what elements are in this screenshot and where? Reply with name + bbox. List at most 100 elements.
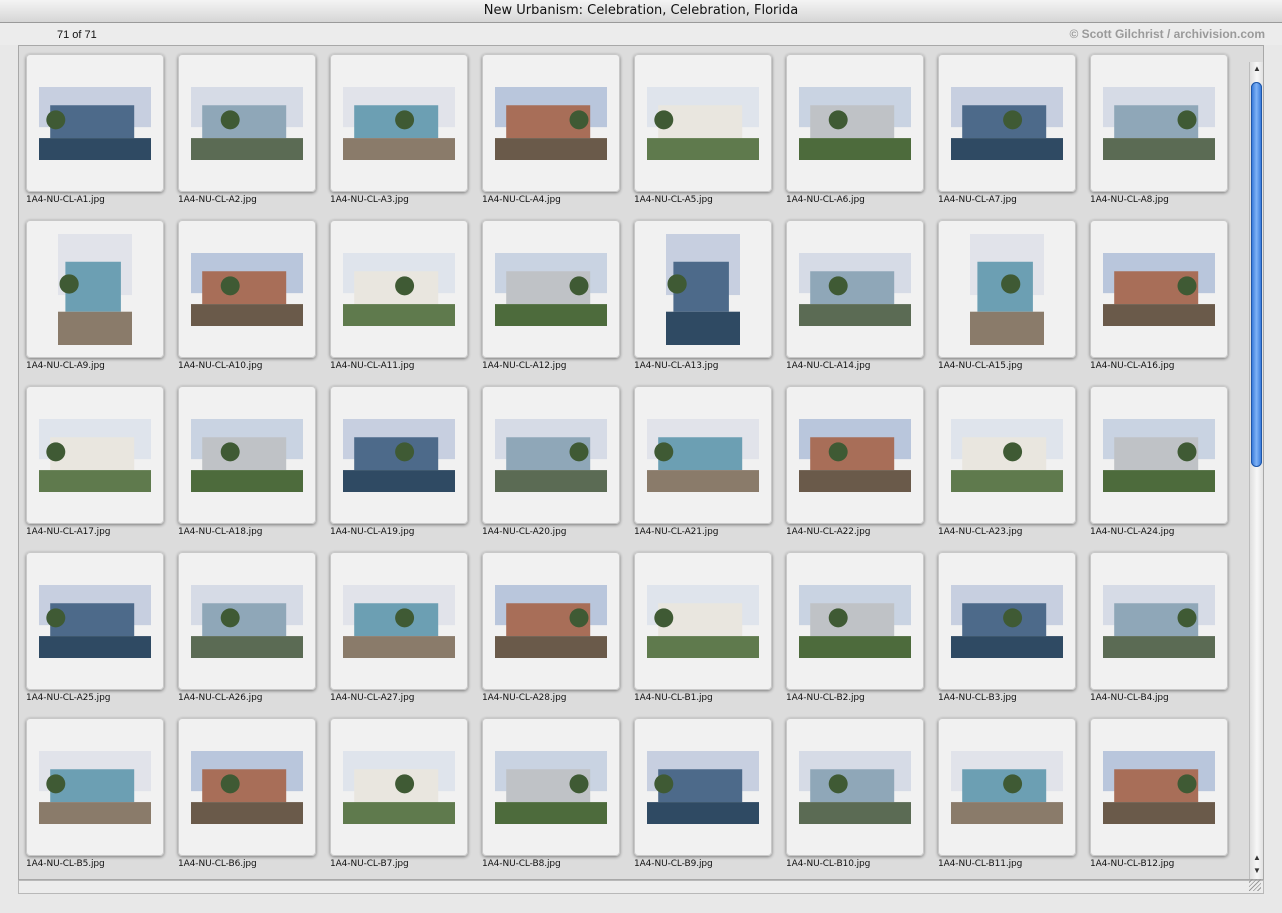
slide-frame[interactable]	[786, 552, 924, 690]
slide-frame[interactable]	[938, 54, 1076, 192]
thumbnail-image[interactable]	[495, 87, 607, 160]
thumbnail-image[interactable]	[495, 751, 607, 824]
thumbnail-image[interactable]	[1103, 419, 1215, 492]
thumbnail-image[interactable]	[191, 585, 303, 658]
slide-frame[interactable]	[786, 220, 924, 358]
thumbnail-image[interactable]	[970, 234, 1044, 345]
thumbnail-item[interactable]: 1A4-NU-CL-A16.jpg	[1084, 213, 1236, 379]
thumbnail-item[interactable]: 1A4-NU-CL-B10.jpg	[780, 711, 932, 877]
thumbnail-item[interactable]: 1A4-NU-CL-B8.jpg	[476, 711, 628, 877]
thumbnail-item[interactable]: 1A4-NU-CL-B3.jpg	[932, 545, 1084, 711]
thumbnail-item[interactable]: 1A4-NU-CL-A2.jpg	[172, 47, 324, 213]
thumbnail-image[interactable]	[343, 419, 455, 492]
thumbnail-item[interactable]: 1A4-NU-CL-A27.jpg	[324, 545, 476, 711]
slide-frame[interactable]	[482, 552, 620, 690]
slide-frame[interactable]	[634, 552, 772, 690]
thumbnail-item[interactable]: 1A4-NU-CL-A28.jpg	[476, 545, 628, 711]
thumbnail-item[interactable]: 1A4-NU-CL-A8.jpg	[1084, 47, 1236, 213]
slide-frame[interactable]	[178, 386, 316, 524]
slide-frame[interactable]	[634, 718, 772, 856]
thumbnail-item[interactable]: 1A4-NU-CL-A13.jpg	[628, 213, 780, 379]
thumbnail-image[interactable]	[647, 87, 759, 160]
thumbnail-image[interactable]	[799, 87, 911, 160]
thumbnail-item[interactable]: 1A4-NU-CL-A5.jpg	[628, 47, 780, 213]
slide-frame[interactable]	[330, 552, 468, 690]
slide-frame[interactable]	[178, 552, 316, 690]
thumbnail-item[interactable]: 1A4-NU-CL-A17.jpg	[20, 379, 172, 545]
slide-frame[interactable]	[938, 718, 1076, 856]
thumbnail-image[interactable]	[343, 87, 455, 160]
thumbnail-item[interactable]: 1A4-NU-CL-A22.jpg	[780, 379, 932, 545]
slide-frame[interactable]	[330, 54, 468, 192]
thumbnail-image[interactable]	[1103, 751, 1215, 824]
slide-frame[interactable]	[26, 54, 164, 192]
slide-frame[interactable]	[786, 54, 924, 192]
slide-frame[interactable]	[1090, 386, 1228, 524]
slide-frame[interactable]	[330, 718, 468, 856]
thumbnail-image[interactable]	[799, 253, 911, 326]
slide-frame[interactable]	[634, 386, 772, 524]
thumbnail-image[interactable]	[951, 87, 1063, 160]
thumbnail-item[interactable]: 1A4-NU-CL-B12.jpg	[1084, 711, 1236, 877]
thumbnail-image[interactable]	[343, 585, 455, 658]
thumbnail-image[interactable]	[191, 253, 303, 326]
thumbnail-image[interactable]	[647, 751, 759, 824]
scroll-up-arrow-icon[interactable]: ▲	[1251, 852, 1263, 864]
thumbnail-item[interactable]: 1A4-NU-CL-A1.jpg	[20, 47, 172, 213]
thumbnail-image[interactable]	[343, 253, 455, 326]
thumbnail-image[interactable]	[1103, 585, 1215, 658]
slide-frame[interactable]	[178, 54, 316, 192]
thumbnail-image[interactable]	[191, 751, 303, 824]
thumbnail-item[interactable]: 1A4-NU-CL-A15.jpg	[932, 213, 1084, 379]
slide-frame[interactable]	[482, 386, 620, 524]
thumbnail-item[interactable]: 1A4-NU-CL-B6.jpg	[172, 711, 324, 877]
thumbnail-image[interactable]	[58, 234, 132, 345]
thumbnail-image[interactable]	[799, 585, 911, 658]
resize-grip-icon[interactable]	[1249, 879, 1261, 891]
slide-frame[interactable]	[26, 552, 164, 690]
slide-frame[interactable]	[330, 386, 468, 524]
slide-frame[interactable]	[938, 386, 1076, 524]
slide-frame[interactable]	[1090, 552, 1228, 690]
slide-frame[interactable]	[482, 54, 620, 192]
thumbnail-image[interactable]	[191, 87, 303, 160]
thumbnail-item[interactable]: 1A4-NU-CL-A3.jpg	[324, 47, 476, 213]
slide-frame[interactable]	[634, 54, 772, 192]
thumbnail-item[interactable]: 1A4-NU-CL-B5.jpg	[20, 711, 172, 877]
thumbnail-item[interactable]: 1A4-NU-CL-A25.jpg	[20, 545, 172, 711]
thumbnail-item[interactable]: 1A4-NU-CL-A11.jpg	[324, 213, 476, 379]
scroll-up-arrow-icon[interactable]: ▲	[1251, 63, 1263, 75]
slide-frame[interactable]	[786, 386, 924, 524]
thumbnail-item[interactable]: 1A4-NU-CL-A6.jpg	[780, 47, 932, 213]
thumbnail-image[interactable]	[1103, 253, 1215, 326]
slide-frame[interactable]	[178, 220, 316, 358]
thumbnail-image[interactable]	[495, 585, 607, 658]
slide-frame[interactable]	[938, 220, 1076, 358]
thumbnail-item[interactable]: 1A4-NU-CL-A12.jpg	[476, 213, 628, 379]
thumbnail-image[interactable]	[343, 751, 455, 824]
thumbnail-image[interactable]	[647, 419, 759, 492]
thumbnail-image[interactable]	[666, 234, 740, 345]
slide-frame[interactable]	[330, 220, 468, 358]
thumbnail-item[interactable]: 1A4-NU-CL-A10.jpg	[172, 213, 324, 379]
thumbnail-image[interactable]	[495, 419, 607, 492]
thumbnail-item[interactable]: 1A4-NU-CL-A26.jpg	[172, 545, 324, 711]
thumbnail-image[interactable]	[39, 585, 151, 658]
thumbnail-item[interactable]: 1A4-NU-CL-B9.jpg	[628, 711, 780, 877]
thumbnail-item[interactable]: 1A4-NU-CL-A7.jpg	[932, 47, 1084, 213]
thumbnail-item[interactable]: 1A4-NU-CL-A20.jpg	[476, 379, 628, 545]
scroll-thumb[interactable]	[1251, 82, 1262, 467]
thumbnail-item[interactable]: 1A4-NU-CL-A18.jpg	[172, 379, 324, 545]
thumbnail-image[interactable]	[39, 751, 151, 824]
slide-frame[interactable]	[786, 718, 924, 856]
thumbnail-image[interactable]	[39, 87, 151, 160]
slide-frame[interactable]	[1090, 54, 1228, 192]
thumbnail-item[interactable]: 1A4-NU-CL-B11.jpg	[932, 711, 1084, 877]
slide-frame[interactable]	[634, 220, 772, 358]
slide-frame[interactable]	[1090, 220, 1228, 358]
thumbnail-image[interactable]	[799, 751, 911, 824]
thumbnail-item[interactable]: 1A4-NU-CL-A23.jpg	[932, 379, 1084, 545]
thumbnail-image[interactable]	[647, 585, 759, 658]
thumbnail-image[interactable]	[191, 419, 303, 492]
vertical-scrollbar[interactable]: ▲ ▲ ▼	[1249, 62, 1263, 879]
